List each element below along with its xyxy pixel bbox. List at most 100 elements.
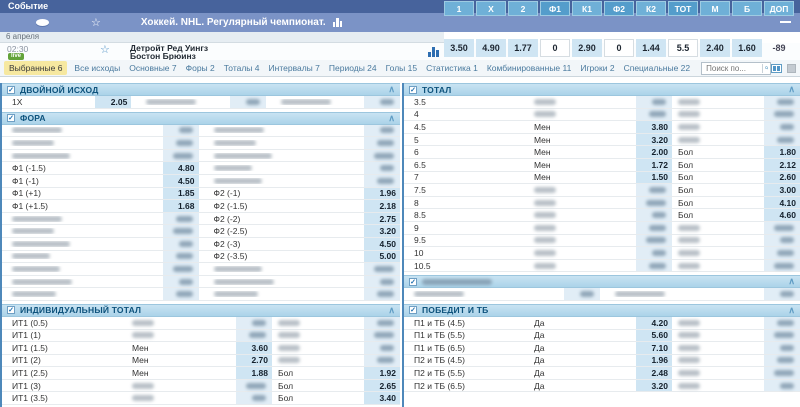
odds-cell[interactable]: [764, 133, 800, 146]
odds-cell[interactable]: [162, 250, 199, 263]
column-header-button[interactable]: Б: [732, 1, 762, 16]
odds-cell[interactable]: [563, 288, 600, 300]
odds-cell[interactable]: 4.20: [636, 316, 672, 329]
odds-cell[interactable]: 1.68: [162, 200, 199, 212]
odds-cell[interactable]: 3.20: [636, 379, 672, 392]
odds-cell[interactable]: 3.00: [764, 184, 800, 196]
two-column-view-icon[interactable]: [771, 63, 783, 73]
odds-cell[interactable]: [764, 354, 800, 367]
team-names[interactable]: Детройт Ред Уингз Бостон Брюинз: [130, 44, 208, 61]
main-odds-cell[interactable]: -89: [764, 39, 794, 57]
checkbox-checked-icon[interactable]: ✓: [7, 114, 15, 123]
odds-cell[interactable]: 2.05: [95, 96, 132, 108]
stats-icon[interactable]: [332, 18, 343, 27]
column-header-button[interactable]: К1: [572, 1, 602, 16]
odds-cell[interactable]: [364, 149, 400, 162]
odds-cell[interactable]: 2.65: [364, 379, 400, 392]
favorite-star-icon[interactable]: ☆: [100, 45, 110, 56]
collapse-chevron-icon[interactable]: ∧: [788, 277, 795, 286]
odds-cell[interactable]: 4.10: [764, 196, 800, 209]
tab-item[interactable]: Периоды 24: [329, 63, 377, 73]
odds-cell[interactable]: [764, 96, 800, 108]
odds-cell[interactable]: 3.60: [236, 342, 272, 354]
odds-cell[interactable]: [162, 225, 199, 237]
odds-cell[interactable]: [364, 316, 400, 329]
odds-cell[interactable]: 1.80: [764, 146, 800, 158]
odds-cell[interactable]: [764, 316, 800, 329]
main-odds-cell[interactable]: 1.44: [636, 39, 666, 57]
odds-cell[interactable]: [364, 174, 400, 187]
odds-cell[interactable]: [364, 342, 400, 354]
odds-cell[interactable]: [636, 247, 672, 259]
odds-cell[interactable]: [364, 354, 400, 367]
tab-item[interactable]: Голы 15: [386, 63, 417, 73]
odds-cell[interactable]: 1.96: [364, 187, 400, 200]
main-odds-cell[interactable]: 0: [604, 39, 634, 57]
main-odds-cell[interactable]: 1.77: [508, 39, 538, 57]
odds-cell[interactable]: 3.20: [364, 225, 400, 237]
odds-cell[interactable]: 5.00: [364, 250, 400, 263]
tab-item[interactable]: Форы 2: [186, 63, 215, 73]
odds-cell[interactable]: 4.60: [764, 209, 800, 221]
odds-cell[interactable]: [364, 162, 400, 174]
odds-cell[interactable]: [363, 96, 400, 108]
odds-cell[interactable]: [764, 234, 800, 247]
odds-cell[interactable]: 3.80: [636, 121, 672, 133]
odds-cell[interactable]: [636, 234, 672, 247]
column-header-button[interactable]: 1: [444, 1, 474, 16]
checkbox-checked-icon[interactable]: ✓: [409, 306, 417, 315]
odds-cell[interactable]: [364, 275, 400, 288]
collapse-chevron-icon[interactable]: ∧: [788, 85, 795, 94]
collapse-chevron-icon[interactable]: ∧: [788, 305, 795, 314]
tab-item[interactable]: Тоталы 4: [224, 63, 260, 73]
column-header-button[interactable]: X: [476, 1, 506, 16]
odds-cell[interactable]: 2.12: [764, 158, 800, 171]
odds-cell[interactable]: 1.85: [162, 187, 199, 200]
odds-cell[interactable]: [162, 288, 199, 300]
odds-cell[interactable]: [364, 137, 400, 149]
odds-cell[interactable]: [364, 288, 400, 300]
tab-item[interactable]: Статистика 1: [426, 63, 478, 73]
odds-cell[interactable]: [162, 137, 199, 149]
odds-cell[interactable]: [764, 108, 800, 121]
odds-cell[interactable]: [764, 288, 800, 300]
main-odds-cell[interactable]: 3.50: [444, 39, 474, 57]
main-odds-cell[interactable]: 2.90: [572, 39, 602, 57]
column-header-button[interactable]: Ф1: [540, 1, 570, 16]
odds-cell[interactable]: [236, 392, 272, 405]
tab-item[interactable]: Выбранные 6: [4, 61, 68, 75]
odds-cell[interactable]: [636, 108, 672, 121]
odds-cell[interactable]: [764, 342, 800, 354]
odds-cell[interactable]: 1.92: [364, 367, 400, 379]
match-stats-icon[interactable]: [428, 47, 439, 57]
odds-cell[interactable]: [364, 329, 400, 342]
odds-cell[interactable]: [364, 124, 400, 137]
column-header-button[interactable]: М: [700, 1, 730, 16]
main-odds-cell[interactable]: 0: [540, 39, 570, 57]
odds-cell[interactable]: 7.10: [636, 342, 672, 354]
main-odds-cell[interactable]: 5.5: [668, 39, 698, 57]
collapse-chevron-icon[interactable]: ∧: [388, 113, 395, 122]
odds-cell[interactable]: [764, 329, 800, 342]
search-input[interactable]: [704, 62, 761, 74]
odds-cell[interactable]: 2.18: [364, 200, 400, 212]
odds-cell[interactable]: [636, 96, 672, 108]
column-header-button[interactable]: К2: [636, 1, 666, 16]
column-header-button[interactable]: ТОТ: [668, 1, 698, 16]
checkbox-checked-icon[interactable]: ✓: [7, 85, 15, 94]
checkbox-checked-icon[interactable]: ✓: [409, 277, 417, 286]
odds-cell[interactable]: 1.50: [636, 171, 672, 184]
search-icon[interactable]: [764, 63, 769, 73]
one-column-view-icon[interactable]: [787, 63, 797, 73]
odds-cell[interactable]: [162, 237, 199, 250]
odds-cell[interactable]: 1.88: [236, 367, 272, 379]
column-header-button[interactable]: 2: [508, 1, 538, 16]
odds-cell[interactable]: 3.40: [364, 392, 400, 405]
tab-item[interactable]: Игроки 2: [580, 63, 614, 73]
column-header-button[interactable]: ДОП: [764, 1, 794, 16]
odds-cell[interactable]: 2.48: [636, 367, 672, 379]
main-odds-cell[interactable]: 2.40: [700, 39, 730, 57]
odds-cell[interactable]: 2.75: [364, 212, 400, 225]
odds-cell[interactable]: 4.50: [162, 174, 199, 187]
odds-cell[interactable]: [764, 121, 800, 133]
